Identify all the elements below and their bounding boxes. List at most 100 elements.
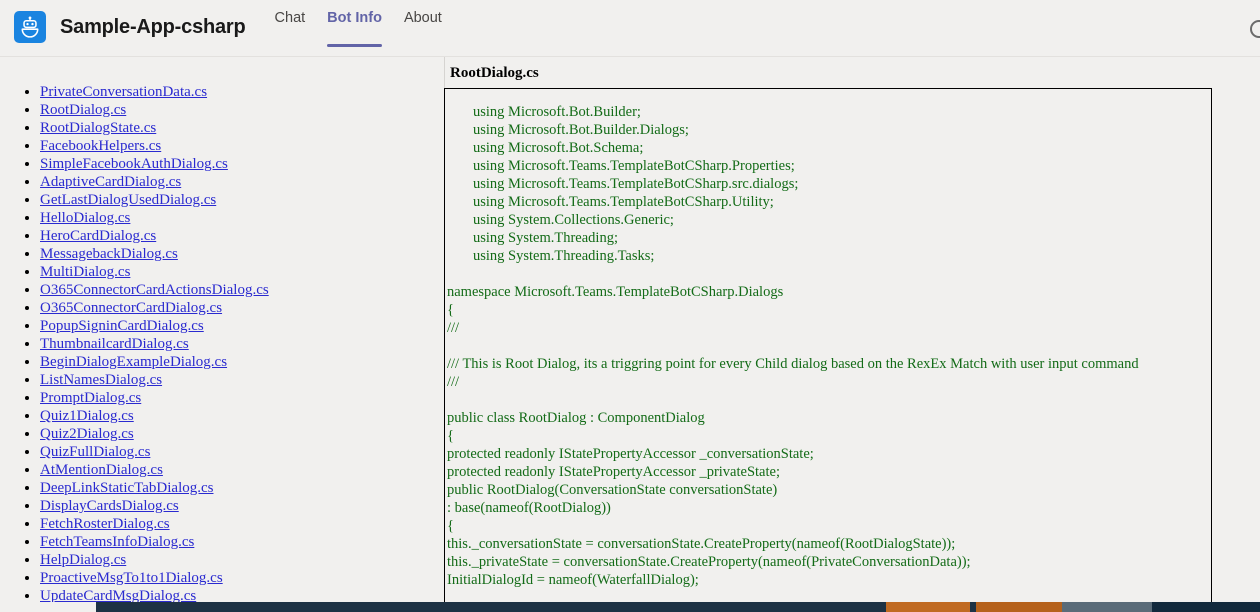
list-item: O365ConnectorCardDialog.cs	[40, 299, 444, 317]
code-line: {	[447, 518, 454, 534]
list-item: FetchTeamsInfoDialog.cs	[40, 533, 444, 551]
code-line: public class RootDialog : ComponentDialo…	[447, 410, 705, 426]
code-line: /// This is Root Dialog, its a triggring…	[447, 356, 1139, 372]
page-title: Sample-App-csharp	[60, 15, 246, 38]
file-link[interactable]: SimpleFacebookAuthDialog.cs	[40, 156, 228, 172]
code-line: using Microsoft.Bot.Schema;	[473, 140, 644, 156]
file-link[interactable]: RootDialog.cs	[40, 102, 126, 118]
list-item: Quiz2Dialog.cs	[40, 425, 444, 443]
list-item: RootDialog.cs	[40, 101, 444, 119]
taskbar-dark-right	[1152, 602, 1260, 612]
code-line: {	[447, 302, 454, 318]
file-link[interactable]: HelloDialog.cs	[40, 210, 130, 226]
file-link[interactable]: PopupSigninCardDialog.cs	[40, 318, 204, 334]
taskbar-dark-left	[96, 602, 886, 612]
file-link[interactable]: ProactiveMsgTo1to1Dialog.cs	[40, 570, 223, 586]
list-item: PromptDialog.cs	[40, 389, 444, 407]
file-link[interactable]: HeroCardDialog.cs	[40, 228, 156, 244]
code-line: {	[447, 428, 454, 444]
file-link[interactable]: FacebookHelpers.cs	[40, 138, 161, 154]
code-line: this._conversationState = conversationSt…	[447, 536, 956, 552]
list-item: MessagebackDialog.cs	[40, 245, 444, 263]
code-line: protected readonly IStatePropertyAccesso…	[447, 464, 780, 480]
code-line: using System.Collections.Generic;	[473, 212, 674, 228]
list-item: AdaptiveCardDialog.cs	[40, 173, 444, 191]
list-item: O365ConnectorCardActionsDialog.cs	[40, 281, 444, 299]
file-link[interactable]: FetchRosterDialog.cs	[40, 516, 170, 532]
list-item: FetchRosterDialog.cs	[40, 515, 444, 533]
taskbar-item-orange-2[interactable]	[976, 602, 1062, 612]
taskbar-item-orange-1[interactable]	[886, 602, 970, 612]
code-line: using Microsoft.Teams.TemplateBotCSharp.…	[473, 194, 774, 210]
list-item: PopupSigninCardDialog.cs	[40, 317, 444, 335]
list-item: ListNamesDialog.cs	[40, 371, 444, 389]
list-item: ProactiveMsgTo1to1Dialog.cs	[40, 569, 444, 587]
file-list: PrivateConversationData.cs RootDialog.cs R…	[0, 57, 444, 612]
tab-bar: Chat Bot Info About	[264, 3, 453, 51]
list-item: Quiz1Dialog.cs	[40, 407, 444, 425]
file-link[interactable]: HelpDialog.cs	[40, 552, 126, 568]
file-link[interactable]: BeginDialogExampleDialog.cs	[40, 354, 227, 370]
file-link[interactable]: Quiz1Dialog.cs	[40, 408, 134, 424]
list-item: GetLastDialogUsedDialog.cs	[40, 191, 444, 209]
code-box[interactable]: using Microsoft.Bot.Builder; using Micros…	[444, 88, 1212, 608]
code-line: using System.Threading.Tasks;	[473, 248, 655, 264]
file-link[interactable]: ThumbnailcardDialog.cs	[40, 336, 189, 352]
code-line: protected readonly IStatePropertyAccesso…	[447, 446, 814, 462]
list-item: HelpDialog.cs	[40, 551, 444, 569]
list-item: BeginDialogExampleDialog.cs	[40, 353, 444, 371]
list-item: SimpleFacebookAuthDialog.cs	[40, 155, 444, 173]
tab-bot-info-label: Bot Info	[327, 10, 382, 26]
code-line: using Microsoft.Teams.TemplateBotCSharp.…	[473, 176, 799, 192]
code-line: ///	[447, 374, 460, 390]
list-item: AtMentionDialog.cs	[40, 461, 444, 479]
code-line: : base(nameof(RootDialog))	[447, 500, 611, 516]
bot-icon	[14, 11, 46, 43]
file-link[interactable]: GetLastDialogUsedDialog.cs	[40, 192, 216, 208]
file-link[interactable]: AtMentionDialog.cs	[40, 462, 163, 478]
file-link[interactable]: O365ConnectorCardActionsDialog.cs	[40, 282, 269, 298]
list-item: PrivateConversationData.cs	[40, 83, 444, 101]
code-line: namespace Microsoft.Teams.TemplateBotCSh…	[447, 284, 784, 300]
code-line: InitialDialogId = nameof(WaterfallDialog…	[447, 572, 699, 588]
list-item: QuizFullDialog.cs	[40, 443, 444, 461]
list-item: RootDialogState.cs	[40, 119, 444, 137]
os-taskbar[interactable]	[0, 602, 1260, 612]
taskbar-item-gray[interactable]	[1062, 602, 1152, 612]
tab-bot-info[interactable]: Bot Info	[316, 3, 393, 49]
file-link[interactable]: MessagebackDialog.cs	[40, 246, 178, 262]
code-line: using Microsoft.Bot.Builder.Dialogs;	[473, 122, 689, 138]
file-link[interactable]: Quiz2Dialog.cs	[40, 426, 134, 442]
file-link[interactable]: RootDialogState.cs	[40, 120, 156, 136]
list-item: MultiDialog.cs	[40, 263, 444, 281]
file-link[interactable]: PromptDialog.cs	[40, 390, 141, 406]
list-item: FacebookHelpers.cs	[40, 137, 444, 155]
active-tab-indicator	[327, 44, 382, 47]
avatar[interactable]	[1250, 20, 1260, 38]
file-link[interactable]: ListNamesDialog.cs	[40, 372, 162, 388]
tab-chat-label: Chat	[274, 10, 306, 26]
list-item: DeepLinkStaticTabDialog.cs	[40, 479, 444, 497]
file-link[interactable]: MultiDialog.cs	[40, 264, 130, 280]
file-link[interactable]: FetchTeamsInfoDialog.cs	[40, 534, 194, 550]
code-file-title: RootDialog.cs	[450, 65, 539, 81]
code-content: using Microsoft.Bot.Builder; using Micros…	[445, 89, 1211, 589]
list-item: HeroCardDialog.cs	[40, 227, 444, 245]
file-link[interactable]: DisplayCardsDialog.cs	[40, 498, 179, 514]
content-area: PrivateConversationData.cs RootDialog.cs R…	[0, 57, 1260, 612]
code-line: public RootDialog(ConversationState conv…	[447, 482, 778, 498]
file-link[interactable]: PrivateConversationData.cs	[40, 84, 207, 100]
file-link[interactable]: AdaptiveCardDialog.cs	[40, 174, 181, 190]
tab-about[interactable]: About	[393, 3, 453, 49]
code-line: using Microsoft.Bot.Builder;	[473, 104, 641, 120]
code-line: ///	[447, 320, 460, 336]
header-inner: Sample-App-csharp Chat Bot Info About	[14, 3, 453, 51]
file-link[interactable]: O365ConnectorCardDialog.cs	[40, 300, 222, 316]
app-header: Sample-App-csharp Chat Bot Info About	[0, 0, 1260, 57]
file-link[interactable]: QuizFullDialog.cs	[40, 444, 150, 460]
tab-chat[interactable]: Chat	[264, 3, 317, 49]
file-link[interactable]: DeepLinkStaticTabDialog.cs	[40, 480, 213, 496]
